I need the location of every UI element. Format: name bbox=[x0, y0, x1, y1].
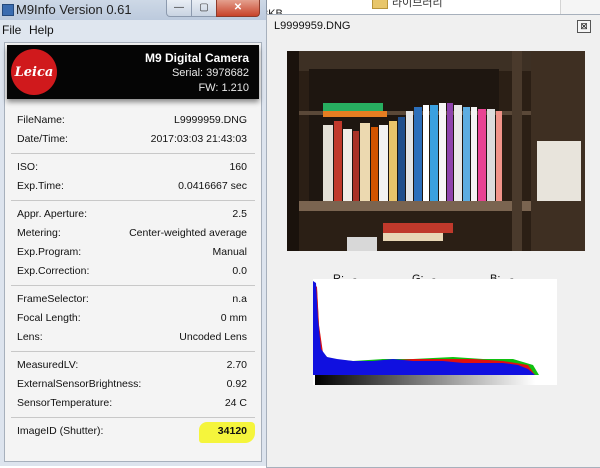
info-label: Lens: bbox=[17, 331, 43, 343]
info-row: SensorTemperature: 24 C bbox=[11, 394, 255, 413]
shutter-count-value: 34120 bbox=[217, 425, 247, 437]
info-value: 0.92 bbox=[226, 378, 247, 390]
m9info-window: M9Info Version 0.61 — ▢ ✕ File Help Leic… bbox=[0, 0, 267, 466]
info-value: 24 C bbox=[224, 397, 247, 409]
camera-model: M9 Digital Camera bbox=[144, 51, 249, 65]
library-folder-item[interactable]: 라이브러리 bbox=[372, 0, 443, 10]
info-row: Appr. Aperture: 2.5 bbox=[11, 205, 255, 224]
histogram-chart bbox=[313, 281, 539, 375]
info-row: Exp.Correction: 0.0 bbox=[11, 262, 255, 281]
info-row: FileName: L9999959.DNG bbox=[11, 111, 255, 130]
info-value: 0.0 bbox=[232, 265, 247, 277]
info-row: MeasuredLV: 2.70 bbox=[11, 356, 255, 375]
info-value: 0.0416667 sec bbox=[178, 180, 247, 192]
library-folder-label: 라이브러리 bbox=[392, 0, 443, 9]
info-label: ISO: bbox=[17, 161, 39, 173]
info-group: ISO: 160 Exp.Time: 0.0416667 sec bbox=[11, 158, 255, 196]
info-value: 160 bbox=[229, 161, 247, 173]
info-label: FileName: bbox=[17, 114, 65, 126]
info-label: Exp.Program: bbox=[17, 246, 82, 258]
leica-logo: Leica bbox=[11, 49, 57, 95]
info-label: Appr. Aperture: bbox=[17, 208, 88, 220]
menu-bar: File Help bbox=[0, 20, 266, 40]
viewer-close-button[interactable]: ⊠ bbox=[577, 20, 591, 33]
maximize-button[interactable]: ▢ bbox=[191, 0, 217, 17]
info-group: FileName: L9999959.DNG Date/Time: 2017:03:0… bbox=[11, 111, 255, 149]
info-value: 0 mm bbox=[220, 312, 247, 324]
info-value: L9999959.DNG bbox=[174, 114, 247, 126]
info-row: Focal Length: 0 mm bbox=[11, 309, 255, 328]
exif-info-panel: FileName: L9999959.DNG Date/Time: 2017:03:0… bbox=[11, 111, 255, 443]
info-group: FrameSelector: n.a Focal Length: 0 mm Lens: U… bbox=[11, 290, 255, 347]
photo-preview bbox=[287, 51, 585, 251]
info-label: SensorTemperature: bbox=[17, 397, 113, 409]
tonal-gradient-bar bbox=[315, 375, 535, 385]
info-row: FrameSelector: n.a bbox=[11, 290, 255, 309]
info-row: ImageID (Shutter): 34120 bbox=[11, 422, 255, 443]
info-divider bbox=[11, 417, 255, 418]
info-divider bbox=[11, 153, 255, 154]
info-label: Exp.Time: bbox=[17, 180, 64, 192]
info-label: ExternalSensorBrightness: bbox=[17, 378, 142, 390]
info-group: ImageID (Shutter): 34120 bbox=[11, 422, 255, 443]
leica-logo-text: Leica bbox=[14, 64, 54, 80]
info-value: Uncoded Lens bbox=[179, 331, 247, 343]
app-icon bbox=[2, 4, 14, 16]
info-group: MeasuredLV: 2.70 ExternalSensorBrightness:… bbox=[11, 356, 255, 413]
m9info-client-area: Leica M9 Digital Camera Serial: 3978682 … bbox=[4, 42, 262, 462]
info-label: Exp.Correction: bbox=[17, 265, 90, 277]
info-divider bbox=[11, 351, 255, 352]
folder-icon bbox=[372, 0, 388, 9]
info-row: ExternalSensorBrightness: 0.92 bbox=[11, 375, 255, 394]
m9info-titlebar[interactable]: M9Info Version 0.61 — ▢ ✕ bbox=[0, 0, 266, 20]
bookshelf-photo bbox=[287, 51, 585, 251]
info-divider bbox=[11, 285, 255, 286]
camera-header: Leica M9 Digital Camera Serial: 3978682 … bbox=[7, 45, 259, 99]
info-row: Date/Time: 2017:03:03 21:43:03 bbox=[11, 130, 255, 149]
info-row: ISO: 160 bbox=[11, 158, 255, 177]
info-group: Appr. Aperture: 2.5 Metering: Center-weight… bbox=[11, 205, 255, 281]
info-value: n.a bbox=[232, 293, 247, 305]
info-value: 2.5 bbox=[232, 208, 247, 220]
info-label: ImageID (Shutter): bbox=[17, 425, 104, 437]
info-value: Center-weighted average bbox=[129, 227, 247, 239]
info-label: Metering: bbox=[17, 227, 61, 239]
info-label: MeasuredLV: bbox=[17, 359, 79, 371]
viewer-titlebar[interactable]: L9999959.DNG ⊠ bbox=[267, 15, 600, 37]
info-row: Exp.Program: Manual bbox=[11, 243, 255, 262]
camera-firmware: FW: 1.210 bbox=[198, 82, 249, 94]
window-title: M9Info Version 0.61 bbox=[16, 2, 132, 17]
info-label: Date/Time: bbox=[17, 133, 68, 145]
menu-file[interactable]: File bbox=[2, 23, 21, 37]
menu-help[interactable]: Help bbox=[29, 23, 54, 37]
info-row: Lens: Uncoded Lens bbox=[11, 328, 255, 347]
info-value: 2.70 bbox=[226, 359, 247, 371]
image-viewer-window: L9999959.DNG ⊠ bbox=[266, 14, 600, 468]
close-button[interactable]: ✕ bbox=[216, 0, 260, 17]
histogram-panel bbox=[313, 279, 557, 385]
viewer-title: L9999959.DNG bbox=[274, 20, 351, 32]
info-row: Metering: Center-weighted average bbox=[11, 224, 255, 243]
info-value: Manual bbox=[212, 246, 247, 258]
camera-serial: Serial: 3978682 bbox=[171, 67, 249, 79]
info-label: FrameSelector: bbox=[17, 293, 89, 305]
info-divider bbox=[11, 200, 255, 201]
info-value: 2017:03:03 21:43:03 bbox=[150, 133, 247, 145]
info-row: Exp.Time: 0.0416667 sec bbox=[11, 177, 255, 196]
info-label: Focal Length: bbox=[17, 312, 81, 324]
minimize-button[interactable]: — bbox=[166, 0, 192, 17]
